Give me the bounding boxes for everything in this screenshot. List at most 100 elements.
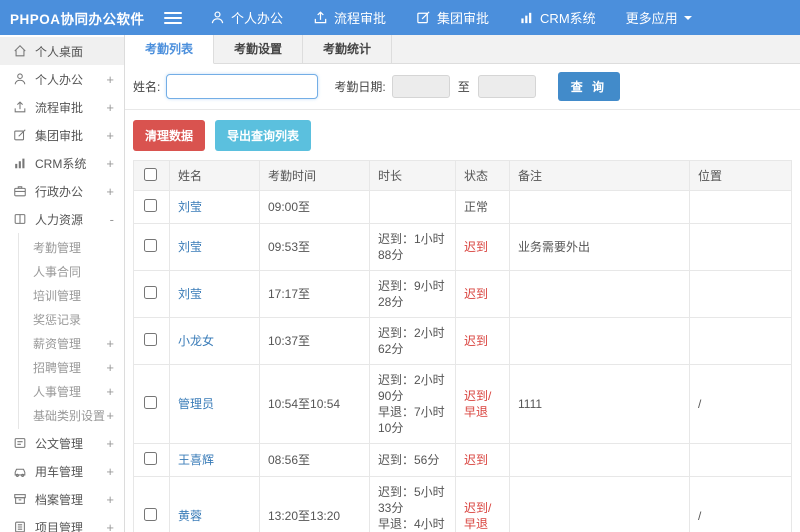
sidebar-item-label: CRM系统 bbox=[35, 156, 87, 171]
status-text: 迟到/早退 bbox=[464, 389, 492, 419]
tab-attendance-settings[interactable]: 考勤设置 bbox=[214, 35, 304, 63]
employee-name-link[interactable]: 刘莹 bbox=[178, 287, 202, 301]
select-all-checkbox[interactable] bbox=[144, 168, 157, 181]
sidebar-subitem-recruitment[interactable]: 招聘管理 + bbox=[19, 355, 124, 379]
nav-crm[interactable]: CRM系统 bbox=[519, 8, 596, 27]
sidebar-subitem-label: 薪资管理 bbox=[33, 336, 82, 351]
employee-name-link[interactable]: 王喜辉 bbox=[178, 453, 214, 467]
sidebar-subitem-label: 人事合同 bbox=[33, 264, 82, 279]
edit-square-icon bbox=[12, 127, 28, 143]
sidebar-item-project-mgmt[interactable]: 项目管理 + bbox=[0, 513, 124, 532]
table-row: 刘莹 17:17至 迟到：9小时28分 迟到 bbox=[133, 270, 792, 318]
expand-toggle[interactable]: + bbox=[106, 128, 114, 143]
sidebar-subitem-attendance[interactable]: 考勤管理 bbox=[19, 235, 124, 259]
sidebar-subitem-rewards[interactable]: 奖惩记录 bbox=[19, 307, 124, 331]
nav-workflow-approval[interactable]: 流程审批 bbox=[313, 8, 386, 27]
sidebar-subitem-base-category[interactable]: 基础类别设置 + bbox=[19, 403, 124, 427]
expand-toggle[interactable]: + bbox=[106, 492, 114, 507]
employee-name-link[interactable]: 管理员 bbox=[178, 397, 214, 411]
sidebar-subitem-label: 基础类别设置 bbox=[33, 408, 106, 423]
sidebar-item-vehicle-mgmt[interactable]: 用车管理 + bbox=[0, 457, 124, 485]
nav-more-apps[interactable]: 更多应用 bbox=[626, 8, 692, 27]
tab-bar: 考勤列表 考勤设置 考勤统计 bbox=[125, 35, 800, 64]
archive-icon bbox=[12, 491, 28, 507]
attendance-table: 姓名 考勤时间 时长 状态 备注 位置 刘莹 09:00至 正常 刘莹 09:5… bbox=[133, 160, 792, 532]
row-checkbox[interactable] bbox=[144, 508, 157, 521]
name-input[interactable] bbox=[166, 74, 319, 99]
menu-toggle-icon[interactable] bbox=[164, 9, 182, 27]
employee-name-link[interactable]: 刘莹 bbox=[178, 240, 202, 254]
top-header: PHPOA协同办公软件 个人办公 流程审批 集团审批 CRM系统 更多应用 bbox=[0, 0, 800, 35]
attendance-time: 17:17至 bbox=[259, 270, 370, 318]
sidebar-subitem-label: 奖惩记录 bbox=[33, 312, 82, 327]
clean-data-button[interactable]: 清理数据 bbox=[133, 120, 206, 151]
row-checkbox[interactable] bbox=[144, 239, 157, 252]
expand-toggle[interactable]: + bbox=[106, 436, 114, 451]
duration-cell: 迟到：5小时33分早退：4小时67分 bbox=[369, 476, 456, 532]
sidebar-item-label: 人力资源 bbox=[35, 212, 84, 227]
expand-toggle[interactable]: + bbox=[106, 184, 114, 199]
row-checkbox[interactable] bbox=[144, 396, 157, 409]
location-cell bbox=[689, 270, 792, 318]
nav-group-approval[interactable]: 集团审批 bbox=[416, 8, 489, 27]
attendance-table-wrap: 姓名 考勤时间 时长 状态 备注 位置 刘莹 09:00至 正常 刘莹 09:5… bbox=[125, 160, 800, 532]
sidebar-item-personal-office[interactable]: 个人办公 + bbox=[0, 65, 124, 93]
duration-cell: 迟到：2小时62分 bbox=[369, 317, 456, 365]
sidebar-item-workflow-approval[interactable]: 流程审批 + bbox=[0, 93, 124, 121]
table-row: 王喜辉 08:56至 迟到：56分 迟到 bbox=[133, 443, 792, 477]
main-content: 考勤列表 考勤设置 考勤统计 姓名: 考勤日期: 至 查 询 清理数据 导出查询… bbox=[125, 35, 800, 532]
row-checkbox[interactable] bbox=[144, 199, 157, 212]
expand-toggle[interactable]: + bbox=[106, 156, 114, 171]
sidebar: 个人桌面 个人办公 + 流程审批 + 集团审批 + CRM系统 + 行政办公 + bbox=[0, 35, 125, 532]
collapse-toggle[interactable]: - bbox=[110, 212, 114, 227]
expand-toggle[interactable]: + bbox=[106, 360, 114, 375]
sidebar-item-label: 个人桌面 bbox=[35, 44, 84, 59]
employee-name-link[interactable]: 小龙女 bbox=[178, 334, 214, 348]
search-button[interactable]: 查 询 bbox=[557, 72, 621, 101]
car-icon bbox=[12, 463, 28, 479]
row-checkbox[interactable] bbox=[144, 452, 157, 465]
sidebar-item-archive-mgmt[interactable]: 档案管理 + bbox=[0, 485, 124, 513]
sidebar-item-label: 集团审批 bbox=[35, 128, 84, 143]
sidebar-item-group-approval[interactable]: 集团审批 + bbox=[0, 121, 124, 149]
sidebar-subitem-training[interactable]: 培训管理 bbox=[19, 283, 124, 307]
sidebar-item-crm[interactable]: CRM系统 + bbox=[0, 149, 124, 177]
remark-cell bbox=[509, 443, 690, 477]
expand-toggle[interactable]: + bbox=[106, 384, 114, 399]
expand-toggle[interactable]: + bbox=[106, 464, 114, 479]
col-duration: 时长 bbox=[369, 160, 456, 191]
expand-toggle[interactable]: + bbox=[106, 408, 114, 423]
remark-cell bbox=[509, 476, 690, 532]
tab-attendance-list[interactable]: 考勤列表 bbox=[125, 35, 215, 64]
status-text: 正常 bbox=[464, 200, 489, 214]
clipboard-icon bbox=[12, 519, 28, 532]
sidebar-item-personal-desktop[interactable]: 个人桌面 bbox=[0, 37, 124, 65]
date-from-input[interactable] bbox=[391, 75, 450, 98]
sidebar-item-hr[interactable]: 人力资源 - bbox=[0, 205, 124, 233]
duration-late: 迟到：5小时33分 bbox=[378, 485, 445, 515]
row-checkbox[interactable] bbox=[144, 333, 157, 346]
expand-toggle[interactable]: + bbox=[106, 520, 114, 532]
date-to-input[interactable] bbox=[477, 75, 536, 98]
sidebar-subitem-hr-contract[interactable]: 人事合同 bbox=[19, 259, 124, 283]
tab-attendance-stats[interactable]: 考勤统计 bbox=[303, 35, 393, 63]
sidebar-subitem-label: 考勤管理 bbox=[33, 240, 82, 255]
sidebar-item-document-mgmt[interactable]: 公文管理 + bbox=[0, 429, 124, 457]
nav-label: CRM系统 bbox=[540, 11, 596, 26]
expand-toggle[interactable]: + bbox=[106, 100, 114, 115]
employee-name-link[interactable]: 刘莹 bbox=[178, 200, 202, 214]
location-cell: / bbox=[689, 364, 792, 444]
sidebar-item-admin-office[interactable]: 行政办公 + bbox=[0, 177, 124, 205]
nav-personal-office[interactable]: 个人办公 bbox=[210, 8, 283, 27]
employee-name-link[interactable]: 黄蓉 bbox=[178, 509, 202, 523]
nav-label: 流程审批 bbox=[334, 11, 387, 26]
duration-late: 迟到：1小时88分 bbox=[378, 232, 445, 262]
table-row: 刘莹 09:00至 正常 bbox=[133, 190, 792, 224]
expand-toggle[interactable]: + bbox=[106, 72, 114, 87]
export-list-button[interactable]: 导出查询列表 bbox=[215, 120, 312, 151]
expand-toggle[interactable]: + bbox=[106, 336, 114, 351]
sidebar-subitem-personnel[interactable]: 人事管理 + bbox=[19, 379, 124, 403]
sidebar-subitem-label: 招聘管理 bbox=[33, 360, 82, 375]
sidebar-subitem-salary[interactable]: 薪资管理 + bbox=[19, 331, 124, 355]
row-checkbox[interactable] bbox=[144, 286, 157, 299]
